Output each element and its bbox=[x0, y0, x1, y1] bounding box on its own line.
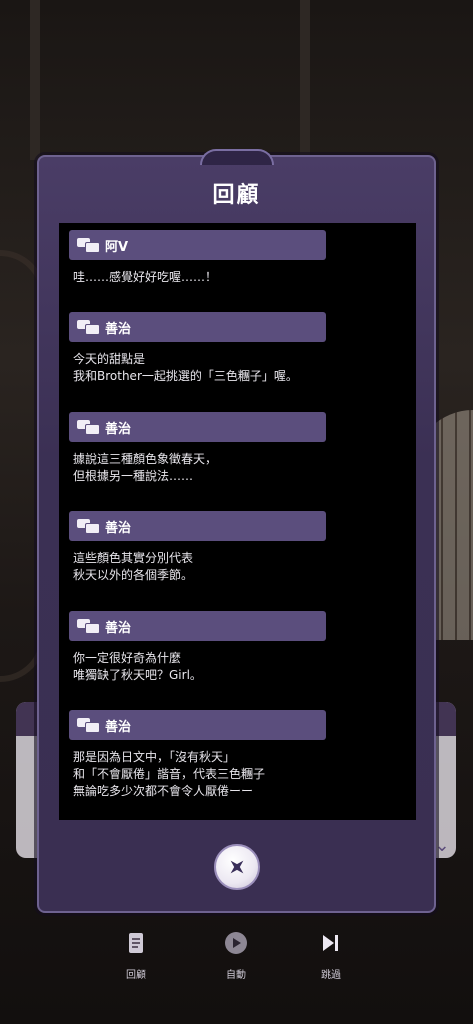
speaker-bar: 善治 bbox=[69, 312, 326, 342]
skip-forward-icon bbox=[306, 930, 356, 956]
list-item: 阿V 哇……感覺好好吃喔……！ bbox=[69, 230, 406, 286]
dialogue-text: 你一定很好奇為什麼 唯獨缺了秋天吧？Girl。 bbox=[73, 651, 202, 682]
dialogue-text: 哇……感覺好好吃喔……！ bbox=[73, 270, 218, 284]
log-label: 回顧 bbox=[126, 970, 146, 981]
speech-bubbles-icon bbox=[77, 717, 100, 733]
modal-title: 回顧 bbox=[212, 183, 261, 208]
background-beam bbox=[300, 0, 310, 160]
list-item: 善治 那是因為日文中，「沒有秋天」 和「不會厭倦」諧音，代表三色糰子 無論吃多少… bbox=[69, 710, 406, 800]
backlog-list[interactable]: 阿V 哇……感覺好好吃喔……！ 善治 今天的甜點是 我和Brother一起挑選的… bbox=[59, 223, 416, 820]
dialogue-text: 這些顏色其實分別代表 秋天以外的各個季節。 bbox=[73, 551, 194, 582]
dialogue-text: 據說這三種顏色象徵春天， 但根據另一種說法…… bbox=[73, 452, 218, 483]
speaker-bar: 善治 bbox=[69, 412, 326, 442]
speaker-name: 阿V bbox=[105, 239, 129, 255]
skip-label: 跳過 bbox=[321, 970, 341, 981]
speaker-bar: 善治 bbox=[69, 511, 326, 541]
speaker-name: 善治 bbox=[105, 520, 132, 536]
auto-button[interactable]: 自動 bbox=[211, 930, 261, 981]
speaker-name: 善治 bbox=[105, 321, 132, 337]
speaker-name: 善治 bbox=[105, 421, 132, 437]
speaker-name: 善治 bbox=[105, 620, 132, 636]
list-item: 善治 你一定很好奇為什麼 唯獨缺了秋天吧？Girl。 bbox=[69, 611, 406, 684]
list-item: 善治 這些顏色其實分別代表 秋天以外的各個季節。 bbox=[69, 511, 406, 584]
speech-bubbles-icon bbox=[77, 518, 100, 534]
list-item: 善治 今天的甜點是 我和Brother一起挑選的「三色糰子」喔。 bbox=[69, 312, 406, 385]
scroll-icon bbox=[111, 930, 161, 956]
speaker-bar: 善治 bbox=[69, 611, 326, 641]
dialogue-text: 那是因為日文中，「沒有秋天」 和「不會厭倦」諧音，代表三色糰子 無論吃多少次都不… bbox=[73, 750, 266, 798]
play-icon bbox=[211, 930, 261, 956]
list-item: 善治 據說這三種顏色象徵春天， 但根據另一種說法…… bbox=[69, 412, 406, 485]
background-beam bbox=[30, 0, 40, 160]
modal-ornament bbox=[199, 149, 274, 165]
speech-bubbles-icon bbox=[77, 237, 100, 253]
close-button[interactable] bbox=[214, 844, 260, 890]
dialogue-text: 今天的甜點是 我和Brother一起挑選的「三色糰子」喔。 bbox=[73, 352, 298, 383]
log-button[interactable]: 回顧 bbox=[111, 930, 161, 981]
skip-button[interactable]: 跳過 bbox=[306, 930, 356, 981]
speaker-bar: 阿V bbox=[69, 230, 326, 260]
speaker-name: 善治 bbox=[105, 719, 132, 735]
speech-bubbles-icon bbox=[77, 319, 100, 335]
backlog-modal: 回顧 阿V 哇……感覺好好吃喔……！ 善治 今天的甜點是 我和Brother一起… bbox=[37, 149, 436, 913]
speech-bubbles-icon bbox=[77, 618, 100, 634]
close-icon bbox=[230, 860, 244, 874]
auto-label: 自動 bbox=[226, 970, 246, 981]
speech-bubbles-icon bbox=[77, 419, 100, 435]
speaker-bar: 善治 bbox=[69, 710, 326, 740]
